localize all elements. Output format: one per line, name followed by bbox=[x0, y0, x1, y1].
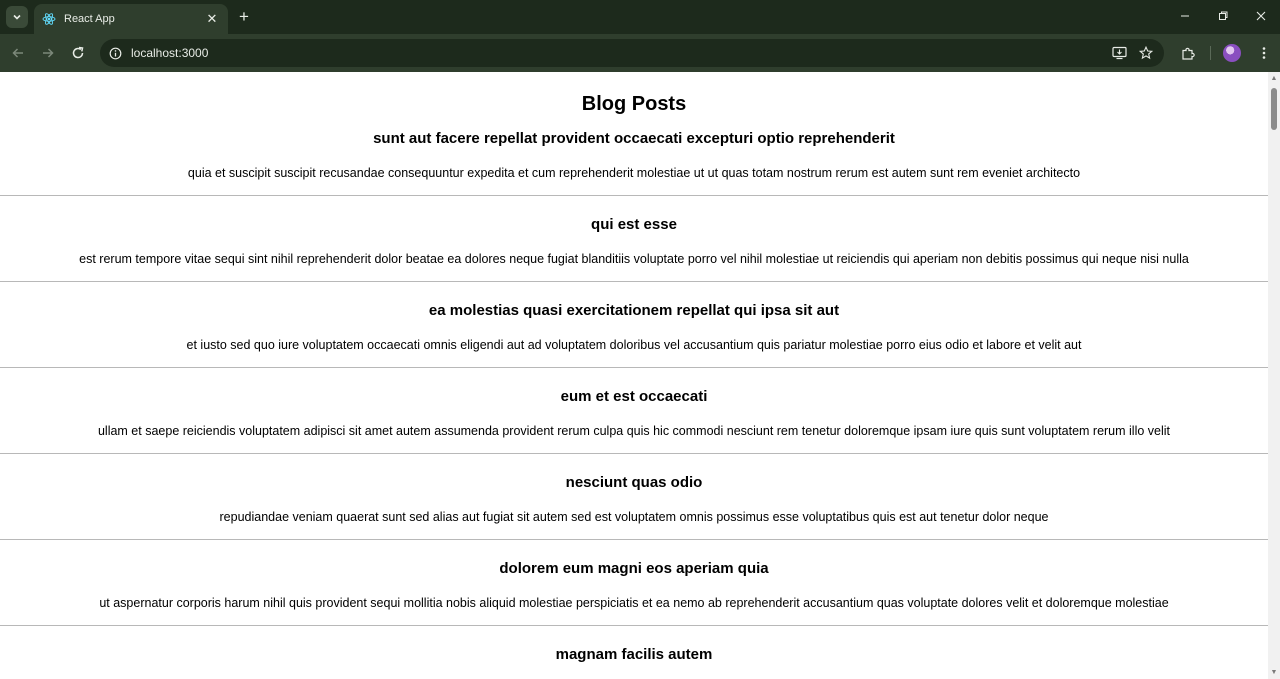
post-body: ut aspernatur corporis harum nihil quis … bbox=[99, 596, 1169, 610]
close-icon[interactable] bbox=[1246, 6, 1276, 26]
post-body: et iusto sed quo iure voluptatem occaeca… bbox=[186, 338, 1082, 352]
scroll-down-icon[interactable]: ▼ bbox=[1270, 669, 1278, 677]
react-logo-icon bbox=[42, 12, 56, 26]
post-title: ea molestias quasi exercitationem repell… bbox=[428, 302, 840, 319]
post-item: ea molestias quasi exercitationem repell… bbox=[0, 282, 1268, 368]
post-title: sunt aut facere repellat provident occae… bbox=[373, 130, 895, 147]
post-title: qui est esse bbox=[591, 216, 677, 233]
post-item: magnam facilis autem bbox=[0, 626, 1268, 679]
post-body: repudiandae veniam quaerat sunt sed alia… bbox=[219, 510, 1049, 524]
arrow-left-icon[interactable] bbox=[6, 41, 30, 65]
chevron-down-icon[interactable] bbox=[6, 6, 28, 28]
toolbar-divider bbox=[1210, 46, 1211, 60]
post-item: eum et est occaecati ullam et saepe reic… bbox=[0, 368, 1268, 454]
browser-toolbar: localhost:3000 bbox=[0, 34, 1280, 72]
page-viewport: Blog Posts sunt aut facere repellat prov… bbox=[0, 72, 1268, 679]
scrollbar-thumb[interactable] bbox=[1271, 88, 1277, 130]
post-title: magnam facilis autem bbox=[555, 646, 713, 663]
install-app-icon[interactable] bbox=[1111, 45, 1127, 61]
new-tab-button[interactable]: + bbox=[234, 7, 254, 27]
post-title: nesciunt quas odio bbox=[565, 474, 703, 491]
post-item: nesciunt quas odio repudiandae veniam qu… bbox=[0, 454, 1268, 540]
arrow-right-icon[interactable] bbox=[36, 41, 60, 65]
reload-icon[interactable] bbox=[66, 41, 90, 65]
vertical-scrollbar[interactable]: ▲ ▼ bbox=[1268, 72, 1280, 679]
avatar-icon[interactable] bbox=[1223, 44, 1241, 62]
post-title: dolorem eum magni eos aperiam quia bbox=[499, 560, 769, 577]
tab-react-app[interactable]: React App ✕ bbox=[34, 4, 228, 34]
url-text[interactable]: localhost:3000 bbox=[131, 46, 1164, 60]
info-icon[interactable] bbox=[108, 46, 122, 60]
post-item: qui est esse est rerum tempore vitae seq… bbox=[0, 196, 1268, 282]
star-icon[interactable] bbox=[1138, 45, 1154, 61]
post-body: ullam et saepe reiciendis voluptatem adi… bbox=[97, 424, 1171, 438]
tab-title: React App bbox=[64, 13, 115, 25]
scroll-up-icon[interactable]: ▲ bbox=[1270, 75, 1278, 83]
post-body: est rerum tempore vitae sequi sint nihil… bbox=[79, 252, 1189, 266]
minimize-icon[interactable] bbox=[1170, 6, 1200, 26]
post-title: eum et est occaecati bbox=[560, 388, 708, 405]
address-bar[interactable]: localhost:3000 bbox=[100, 39, 1164, 67]
tab-strip: React App ✕ + bbox=[0, 0, 1280, 34]
kebab-menu-icon[interactable] bbox=[1254, 43, 1274, 63]
restore-icon[interactable] bbox=[1208, 6, 1238, 26]
post-item: sunt aut facere repellat provident occae… bbox=[0, 116, 1268, 196]
close-tab-icon[interactable]: ✕ bbox=[204, 11, 220, 27]
post-body: quia et suscipit suscipit recusandae con… bbox=[187, 166, 1081, 180]
page-title: Blog Posts bbox=[581, 93, 687, 115]
puzzle-icon[interactable] bbox=[1178, 43, 1198, 63]
post-item: dolorem eum magni eos aperiam quia ut as… bbox=[0, 540, 1268, 626]
